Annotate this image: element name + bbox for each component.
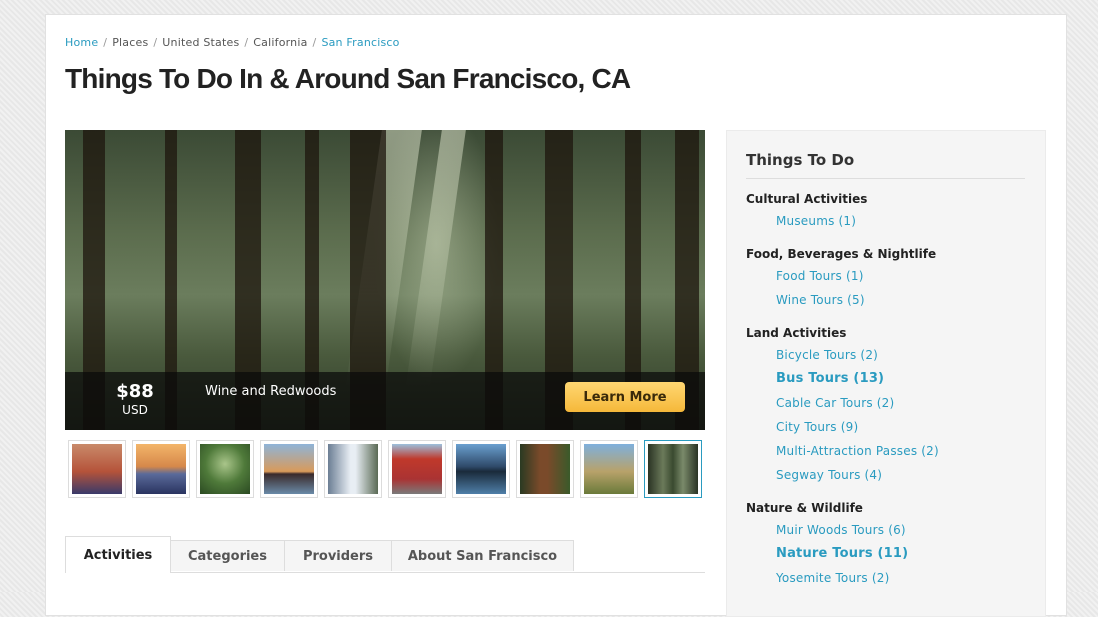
link-nature-tours[interactable]: Nature Tours (11) <box>776 546 908 561</box>
breadcrumb-city[interactable]: San Francisco <box>321 36 399 49</box>
thumbnail-yosemite-falls[interactable] <box>324 440 382 498</box>
breadcrumb: Home / Places / United States / California / San… <box>65 36 400 49</box>
link-wine-tours[interactable]: Wine Tours (5) <box>776 293 865 307</box>
link-muir-woods-tours[interactable]: Muir Woods Tours (6) <box>776 523 906 537</box>
content-panel: Home / Places / United States / California / San… <box>45 14 1067 617</box>
breadcrumb-places[interactable]: Places <box>112 36 148 49</box>
category-cultural-activities: Cultural Activities <box>746 192 868 206</box>
breadcrumb-home[interactable]: Home <box>65 36 98 49</box>
thumbnail-vineyard-hills[interactable] <box>580 440 638 498</box>
link-cable-car-tours[interactable]: Cable Car Tours (2) <box>776 396 894 410</box>
breadcrumb-state[interactable]: California <box>253 36 307 49</box>
link-bus-tours[interactable]: Bus Tours (13) <box>776 371 884 386</box>
thumbnail-forest-tree[interactable] <box>196 440 254 498</box>
thumbnail-bay-bridge[interactable] <box>260 440 318 498</box>
breadcrumb-separator: / <box>153 36 158 49</box>
link-yosemite-tours[interactable]: Yosemite Tours (2) <box>776 571 889 585</box>
thumbnail-bay-sunset[interactable] <box>132 440 190 498</box>
breadcrumb-separator: / <box>244 36 249 49</box>
breadcrumb-country[interactable]: United States <box>162 36 239 49</box>
tab-about-san-francisco[interactable]: About San Francisco <box>391 540 574 571</box>
price-amount: $88 <box>116 381 154 402</box>
link-food-tours[interactable]: Food Tours (1) <box>776 269 864 283</box>
hero-info-bar: $88 USD Wine and Redwoods Learn More <box>65 372 705 430</box>
thumbnail-golden-gate-sunset[interactable] <box>68 440 126 498</box>
category-food-beverages-nightlife: Food, Beverages & Nightlife <box>746 247 937 261</box>
breadcrumb-separator: / <box>312 36 317 49</box>
learn-more-button[interactable]: Learn More <box>565 382 685 412</box>
price-currency: USD <box>122 403 148 417</box>
link-city-tours[interactable]: City Tours (9) <box>776 420 858 434</box>
tab-activities[interactable]: Activities <box>65 536 171 573</box>
link-bicycle-tours[interactable]: Bicycle Tours (2) <box>776 348 878 362</box>
things-to-do-sidebar: Things To Do Cultural Activities Museums… <box>726 130 1046 617</box>
thumbnail-cable-car-trolley[interactable] <box>388 440 446 498</box>
link-segway-tours[interactable]: Segway Tours (4) <box>776 468 882 482</box>
breadcrumb-separator: / <box>103 36 108 49</box>
thumbnail-redwood-trail[interactable] <box>516 440 574 498</box>
thumbnail-strip <box>68 440 708 498</box>
thumbnail-redwood-forest[interactable] <box>644 440 702 498</box>
tab-categories[interactable]: Categories <box>170 540 285 571</box>
page-title: Things To Do In & Around San Francisco, … <box>65 63 631 94</box>
category-land-activities: Land Activities <box>746 326 847 340</box>
tab-providers[interactable]: Providers <box>284 540 392 571</box>
price-block: $88 USD <box>95 381 175 417</box>
thumbnail-mountain-lake[interactable] <box>452 440 510 498</box>
hero-image[interactable]: $88 USD Wine and Redwoods Learn More <box>65 130 705 430</box>
link-museums[interactable]: Museums (1) <box>776 214 856 228</box>
link-multi-attraction-passes[interactable]: Multi-Attraction Passes (2) <box>776 444 939 458</box>
tab-bar: Activities Categories Providers About Sa… <box>65 536 705 573</box>
sidebar-title: Things To Do <box>746 151 1025 179</box>
category-nature-wildlife: Nature & Wildlife <box>746 501 863 515</box>
tour-name[interactable]: Wine and Redwoods <box>205 384 336 399</box>
